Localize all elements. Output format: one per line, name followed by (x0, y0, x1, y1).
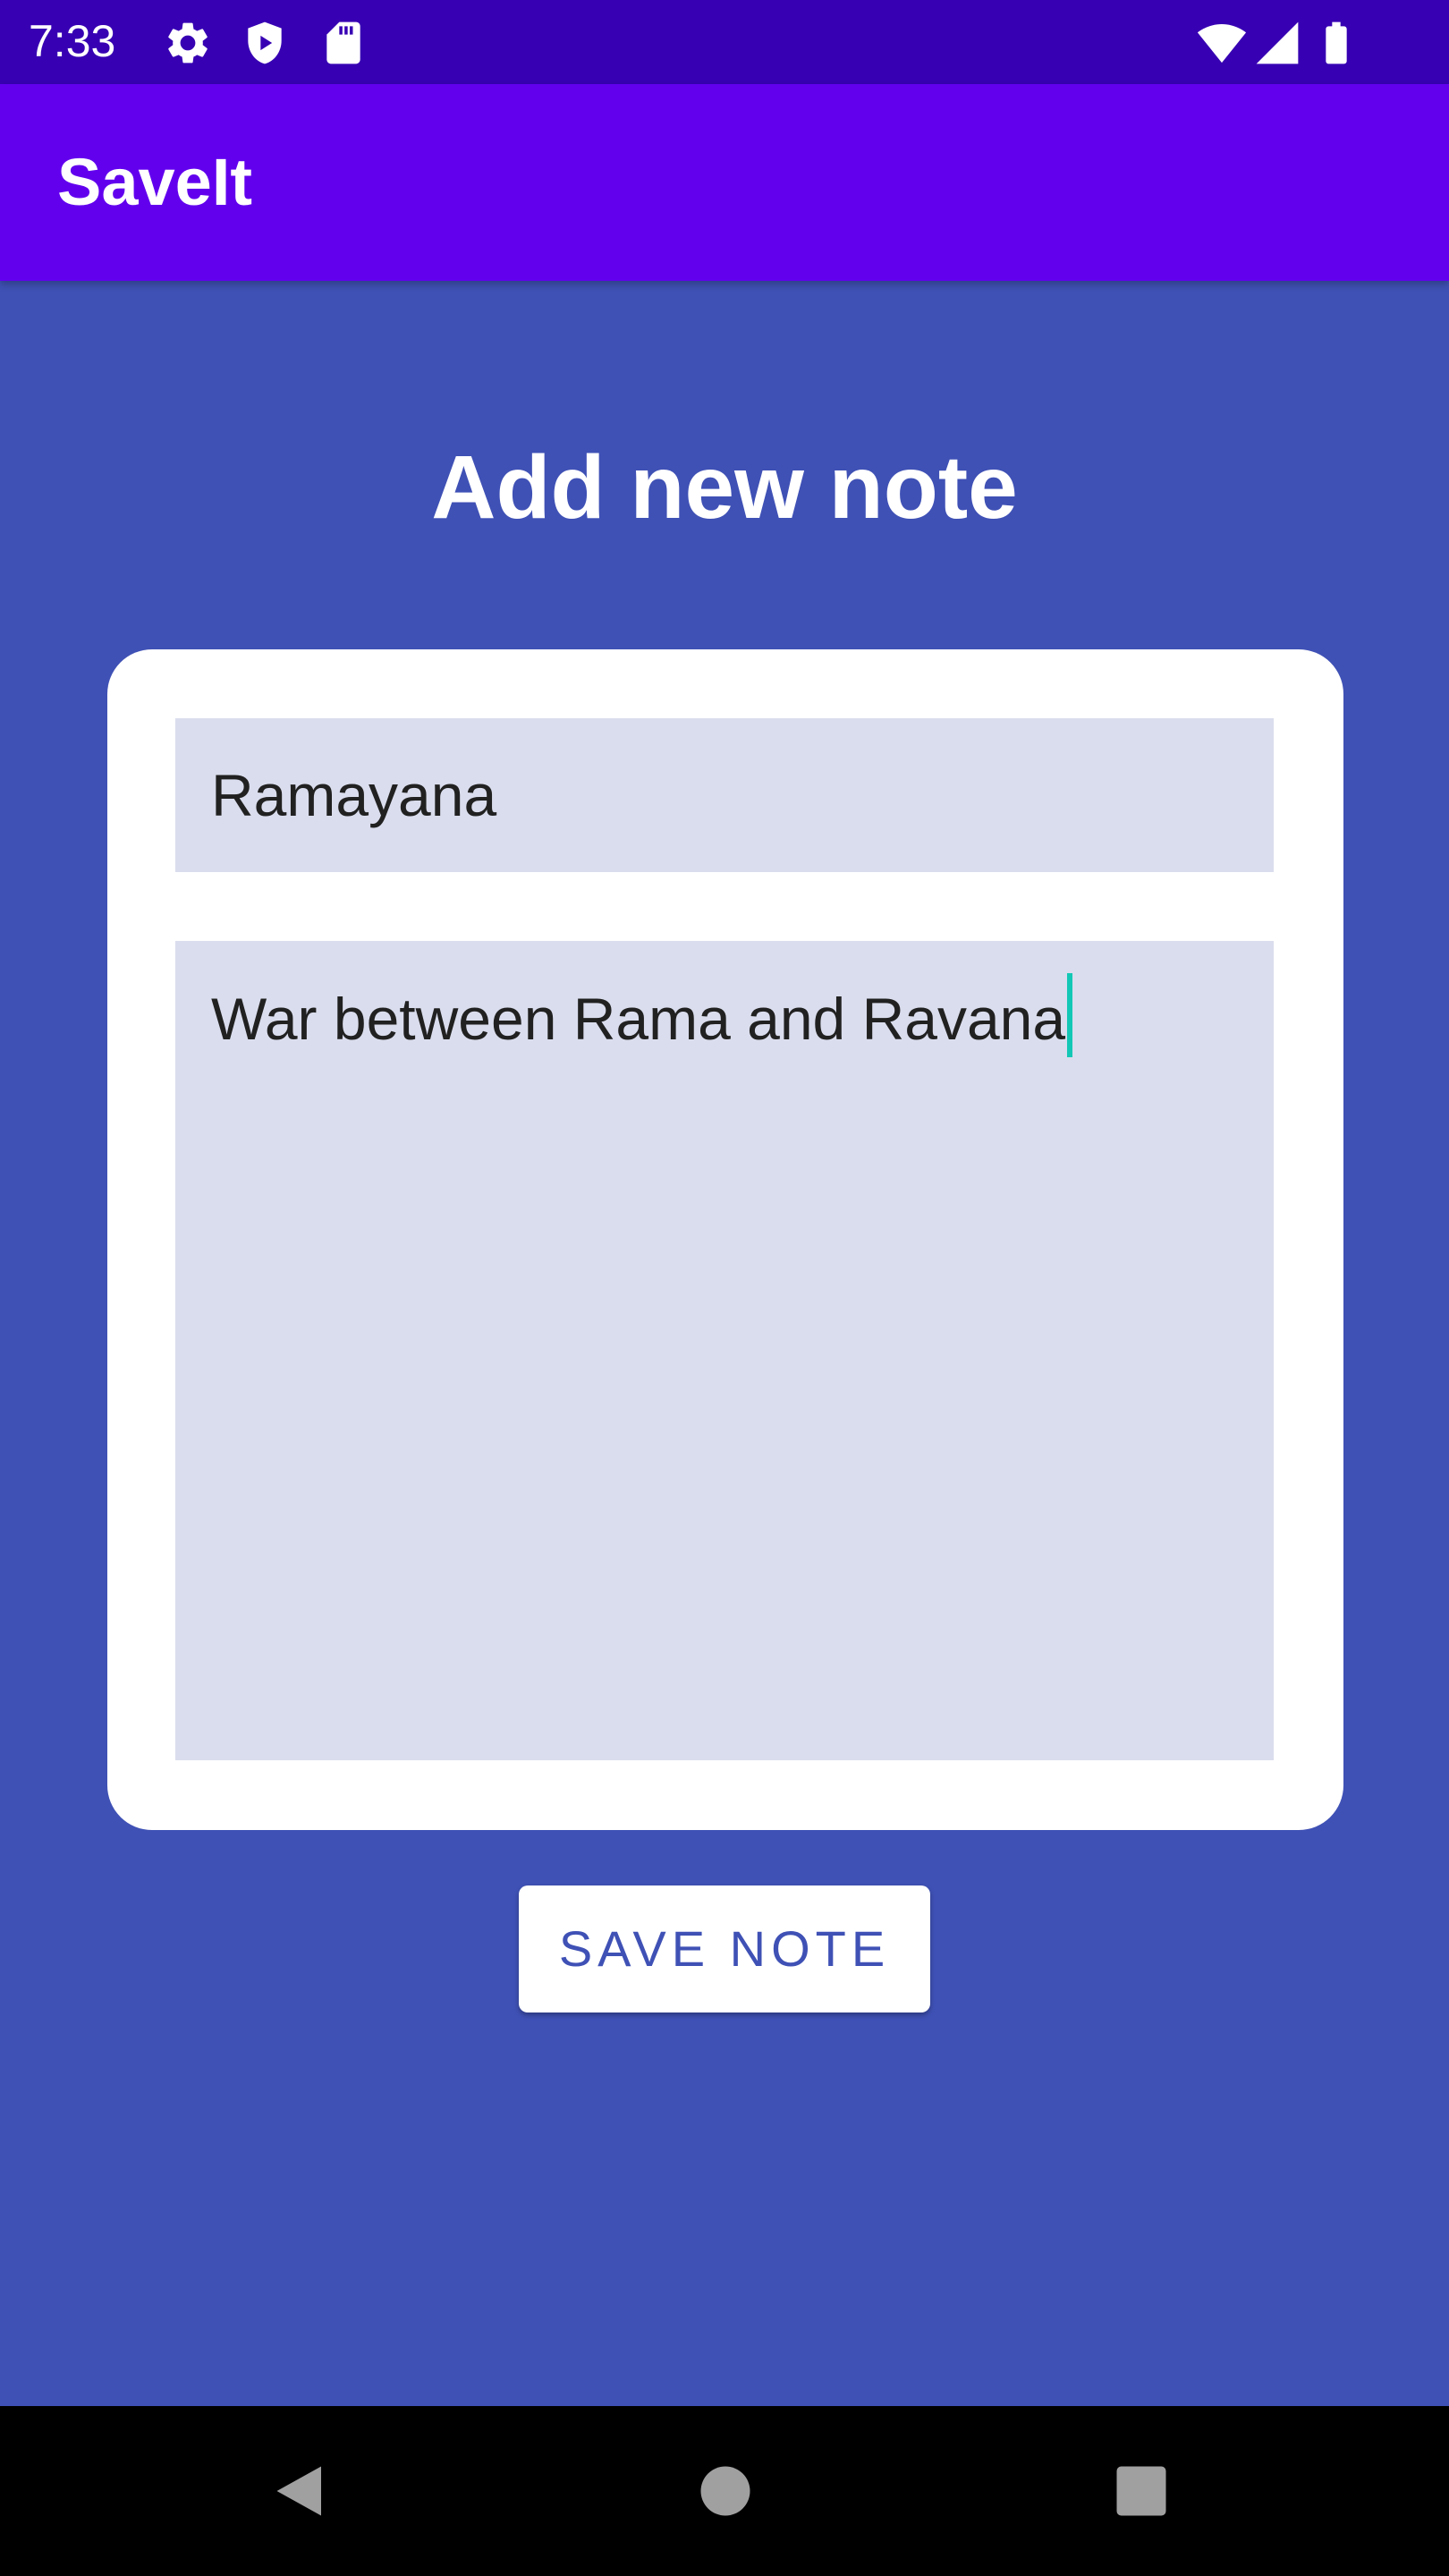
save-note-button[interactable]: SAVE NOTE (519, 1885, 930, 2012)
back-icon[interactable] (272, 2462, 331, 2521)
status-bar: 7:33 (0, 0, 1449, 84)
note-body-input[interactable]: War between Rama and Ravana (175, 941, 1274, 1760)
status-time: 7:33 (29, 16, 116, 66)
note-form-card: Ramayana War between Rama and Ravana (107, 649, 1343, 1830)
battery-icon (1326, 21, 1347, 64)
text-cursor (1067, 973, 1073, 1057)
recents-icon[interactable] (1114, 2464, 1168, 2518)
sd-card-icon (326, 21, 360, 64)
wifi-icon (1197, 24, 1247, 64)
page-title: Add new note (431, 437, 1018, 538)
cell-signal-icon (1256, 21, 1299, 64)
note-title-value: Ramayana (211, 762, 497, 828)
note-title-input[interactable]: Ramayana (175, 718, 1274, 872)
home-icon[interactable] (696, 2462, 755, 2521)
note-body-value: War between Rama and Ravana (211, 986, 1066, 1052)
app-title: SaveIt (57, 145, 253, 219)
shield-play-icon (248, 21, 282, 64)
gear-icon (168, 22, 208, 64)
navigation-bar (0, 2406, 1449, 2576)
app-bar: SaveIt (0, 84, 1449, 281)
